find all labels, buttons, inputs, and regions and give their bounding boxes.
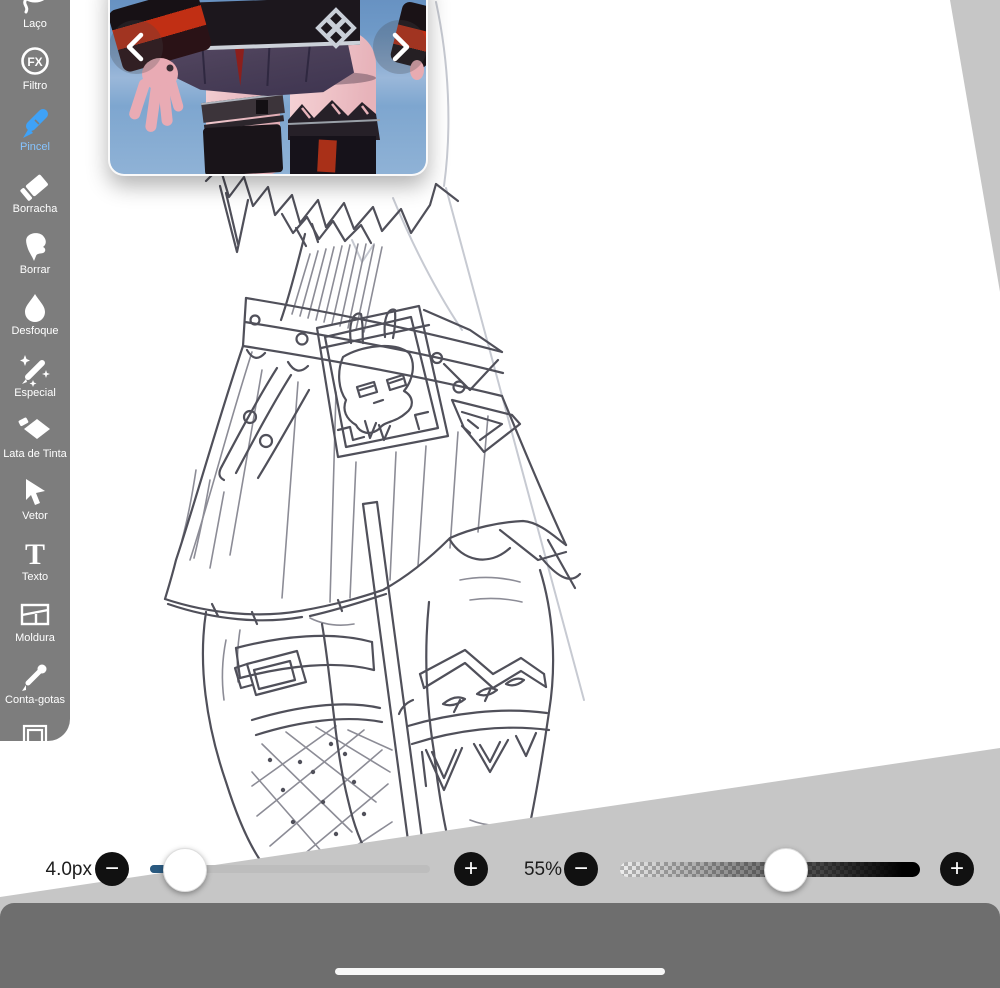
home-indicator[interactable] [335, 968, 665, 975]
sidebar-item-vector[interactable]: Vetor [0, 464, 70, 525]
sidebar-item-smudge[interactable]: Borrar [0, 219, 70, 280]
sidebar-item-filter[interactable]: FX Filtro [0, 34, 70, 95]
chevron-right-icon [392, 32, 410, 62]
svg-text:T: T [25, 538, 45, 571]
photo-shape [256, 100, 268, 114]
vector-cursor-icon [18, 474, 52, 510]
opacity-slider-knob[interactable] [764, 848, 808, 892]
sidebar-item-special[interactable]: Especial [0, 341, 70, 402]
sidebar-item-blur[interactable]: Desfoque [0, 280, 70, 341]
sidebar-item-frame[interactable]: Moldura [0, 587, 70, 648]
brush-size-slider-knob[interactable] [163, 848, 207, 892]
reference-prev-button[interactable] [110, 20, 163, 74]
photo-shape [288, 100, 380, 140]
canvas-settings-icon [18, 719, 52, 741]
sidebar-item-eraser[interactable]: Borracha [0, 157, 70, 218]
paint-bucket-icon [18, 412, 52, 448]
tool-sidebar: Laço FX Filtro Pincel Borracha Borrar De… [0, 0, 70, 741]
special-pen-icon [18, 351, 52, 387]
photo-shape [317, 139, 337, 173]
blur-drop-icon [18, 289, 52, 325]
sidebar-item-text[interactable]: T Texto [0, 526, 70, 587]
bottom-toolbar: 4.0 3 [0, 903, 1000, 988]
chevron-left-icon [126, 32, 144, 62]
text-tool-icon: T [18, 535, 52, 571]
reference-image-panel[interactable] [108, 0, 428, 176]
lasso-icon [18, 0, 52, 18]
brush-size-plus-button[interactable]: + [454, 852, 488, 886]
opacity-plus-button[interactable]: + [940, 852, 974, 886]
photo-shape [202, 123, 284, 174]
brush-size-minus-button[interactable]: − [95, 852, 129, 886]
reference-next-button[interactable] [373, 20, 426, 74]
fx-filter-icon: FX [18, 44, 52, 80]
brush-size-value: 4.0px [45, 859, 92, 880]
brush-icon [18, 105, 52, 141]
eraser-icon [18, 167, 52, 203]
svg-text:FX: FX [27, 55, 42, 69]
sidebar-item-paint-bucket[interactable]: Lata de Tinta [0, 403, 70, 464]
sidebar-item-canvas[interactable]: Tela [0, 710, 70, 741]
sidebar-item-brush[interactable]: Pincel [0, 96, 70, 157]
opacity-value: 55% [523, 859, 562, 880]
frame-icon [18, 596, 52, 632]
sidebar-item-eyedropper[interactable]: Conta-gotas [0, 648, 70, 709]
smudge-finger-icon [18, 228, 52, 264]
eyedropper-icon [18, 658, 52, 694]
sidebar-item-lasso[interactable]: Laço [0, 0, 70, 34]
photo-shape [315, 7, 357, 49]
app-window: Laço FX Filtro Pincel Borracha Borrar De… [0, 0, 1000, 988]
opacity-minus-button[interactable]: − [564, 852, 598, 886]
